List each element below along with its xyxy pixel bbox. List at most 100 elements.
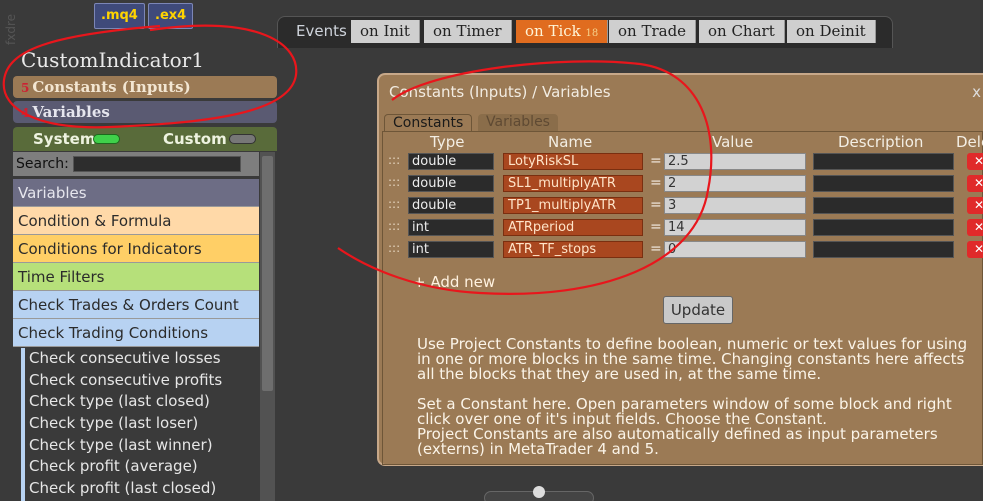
tab-on-init[interactable]: on Init — [351, 20, 420, 43]
tab-on-tick-label: on Tick — [525, 22, 581, 40]
type-field[interactable]: double — [408, 153, 494, 170]
type-field[interactable]: int — [408, 219, 494, 236]
drag-handle-icon[interactable]: ::: — [388, 175, 400, 189]
equals-sign: = — [650, 153, 662, 169]
category-trading-conditions[interactable]: Check Trading Conditions — [13, 319, 259, 347]
tab-on-timer[interactable]: on Timer — [424, 20, 512, 43]
drag-handle-icon[interactable]: ::: — [388, 219, 400, 233]
delete-icon[interactable]: ✕ — [967, 219, 983, 236]
description-field[interactable] — [813, 219, 954, 236]
custom-label: Custom — [163, 130, 227, 148]
constants-dialog: Constants (Inputs) / Variables x Constan… — [377, 73, 983, 466]
table-row: ::: int ATR_TF_stops = 0 ✕ — [384, 241, 983, 259]
tab-on-tick[interactable]: on Tick 18 — [516, 20, 609, 43]
name-field[interactable]: LotyRiskSL — [503, 153, 643, 170]
constants-inputs-row[interactable]: 5 Constants (Inputs) — [13, 76, 277, 98]
value-field[interactable]: 2 — [664, 175, 806, 192]
list-item[interactable]: Check profit (last closed) — [25, 478, 259, 500]
value-field[interactable]: 2.5 — [664, 153, 806, 170]
slider-handle[interactable] — [533, 486, 545, 498]
trading-conditions-list: Check consecutive losses Check consecuti… — [21, 348, 259, 501]
drag-handle-icon[interactable]: ::: — [388, 153, 400, 167]
filter-row: System Custom — [13, 127, 277, 151]
table-row: ::: int ATRperiod = 14 ✕ — [384, 219, 983, 237]
list-item[interactable]: Check consecutive losses — [25, 348, 259, 370]
category-variables[interactable]: Variables — [13, 179, 259, 207]
table-row: ::: double LotyRiskSL = 2.5 ✕ — [384, 153, 983, 171]
category-time-filters[interactable]: Time Filters — [13, 263, 259, 291]
close-icon[interactable]: x — [972, 83, 981, 101]
search-row: Search: — [13, 152, 259, 176]
delete-icon[interactable]: ✕ — [967, 197, 983, 214]
system-label: System — [33, 130, 96, 148]
list-item[interactable]: Check profit (average) — [25, 456, 259, 478]
description-field[interactable] — [813, 197, 954, 214]
column-header-value: Value — [712, 133, 754, 151]
column-header-delete: Dele — [956, 133, 983, 151]
type-field[interactable]: double — [408, 197, 494, 214]
name-field[interactable]: SL1_multiplyATR — [503, 175, 643, 192]
system-toggle[interactable] — [93, 134, 120, 144]
tab-variables[interactable]: Variables — [478, 114, 558, 132]
value-field[interactable]: 0 — [664, 241, 806, 258]
dialog-title: Constants (Inputs) / Variables — [389, 83, 611, 101]
equals-sign: = — [650, 197, 662, 213]
column-header-description: Description — [838, 133, 924, 151]
category-trades-orders-count[interactable]: Check Trades & Orders Count — [13, 291, 259, 319]
drag-handle-icon[interactable]: ::: — [388, 197, 400, 211]
export-mq4-button[interactable]: .mq4 — [94, 3, 145, 29]
column-header-type: Type — [430, 133, 465, 151]
constants-count: 5 — [21, 81, 30, 95]
tab-on-tick-count: 18 — [585, 28, 599, 39]
list-item[interactable]: Check type (last winner) — [25, 435, 259, 457]
equals-sign: = — [650, 241, 662, 257]
category-condition-formula[interactable]: Condition & Formula — [13, 207, 259, 235]
block-list-scrollbar[interactable] — [260, 152, 275, 501]
help-text: Use Project Constants to define boolean,… — [417, 335, 968, 383]
drag-handle-icon[interactable]: ::: — [388, 241, 400, 255]
delete-icon[interactable]: ✕ — [967, 241, 983, 258]
delete-icon[interactable]: ✕ — [967, 175, 983, 192]
left-panel: CustomIndicator1 5 Constants (Inputs) 4 Va… — [13, 48, 277, 501]
app-watermark: fxdre — [4, 14, 18, 45]
description-field[interactable] — [813, 153, 954, 170]
variables-row[interactable]: 4 Variables — [13, 101, 277, 123]
update-button[interactable]: Update — [663, 296, 733, 324]
type-field[interactable]: int — [408, 241, 494, 258]
column-header-name: Name — [548, 133, 593, 151]
export-ex4-button[interactable]: .ex4 — [148, 3, 194, 29]
table-row: ::: double TP1_multiplyATR = 3 ✕ — [384, 197, 983, 215]
name-field[interactable]: ATR_TF_stops — [503, 241, 643, 258]
constants-label: Constants (Inputs) — [32, 78, 191, 96]
delete-icon[interactable]: ✕ — [967, 153, 983, 170]
description-field[interactable] — [813, 241, 954, 258]
bottom-slider[interactable] — [484, 486, 594, 501]
value-field[interactable]: 3 — [664, 197, 806, 214]
table-row: ::: double SL1_multiplyATR = 2 ✕ — [384, 175, 983, 193]
project-title[interactable]: CustomIndicator1 — [21, 48, 204, 74]
tab-on-trade[interactable]: on Trade — [609, 20, 697, 43]
scrollbar-thumb[interactable] — [262, 156, 273, 391]
type-field[interactable]: double — [408, 175, 494, 192]
list-item[interactable]: Check type (last loser) — [25, 413, 259, 435]
list-item[interactable]: Check type (last closed) — [25, 391, 259, 413]
variables-label: Variables — [32, 103, 110, 121]
equals-sign: = — [650, 175, 662, 191]
value-field[interactable]: 14 — [664, 219, 806, 236]
tab-on-deinit[interactable]: on Deinit — [787, 20, 876, 43]
add-new-button[interactable]: + Add new — [413, 273, 495, 291]
help-text: Set a Constant here. Open parameters win… — [417, 395, 952, 458]
search-input[interactable] — [73, 156, 241, 172]
name-field[interactable]: ATRperiod — [503, 219, 643, 236]
equals-sign: = — [650, 219, 662, 235]
events-label: Events — [296, 22, 347, 40]
search-label: Search: — [16, 156, 69, 172]
tab-constants[interactable]: Constants — [384, 114, 473, 132]
name-field[interactable]: TP1_multiplyATR — [503, 197, 643, 214]
list-item[interactable]: Check consecutive profits — [25, 370, 259, 392]
tab-on-chart[interactable]: on Chart — [699, 20, 785, 43]
description-field[interactable] — [813, 175, 954, 192]
variables-count: 4 — [21, 106, 30, 120]
category-conditions-indicators[interactable]: Conditions for Indicators — [13, 235, 259, 263]
custom-toggle[interactable] — [229, 134, 256, 144]
